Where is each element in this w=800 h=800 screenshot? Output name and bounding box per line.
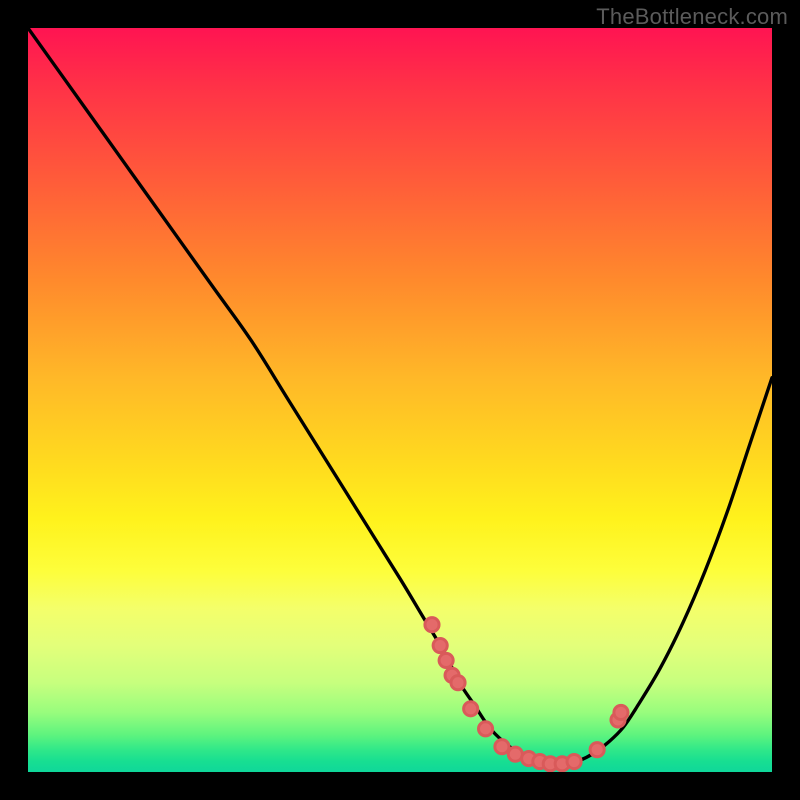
data-point [451, 676, 465, 690]
watermark-text: TheBottleneck.com [596, 4, 788, 30]
data-point [425, 618, 439, 632]
data-point [478, 722, 492, 736]
chart-frame: TheBottleneck.com [0, 0, 800, 800]
data-points-group [425, 618, 628, 771]
data-point [464, 702, 478, 716]
data-point [614, 705, 628, 719]
data-point [495, 740, 509, 754]
chart-svg [28, 28, 772, 772]
data-point [590, 743, 604, 757]
data-point [567, 755, 581, 769]
data-point [433, 638, 447, 652]
plot-area [28, 28, 772, 772]
bottleneck-curve [28, 28, 772, 765]
data-point [439, 653, 453, 667]
